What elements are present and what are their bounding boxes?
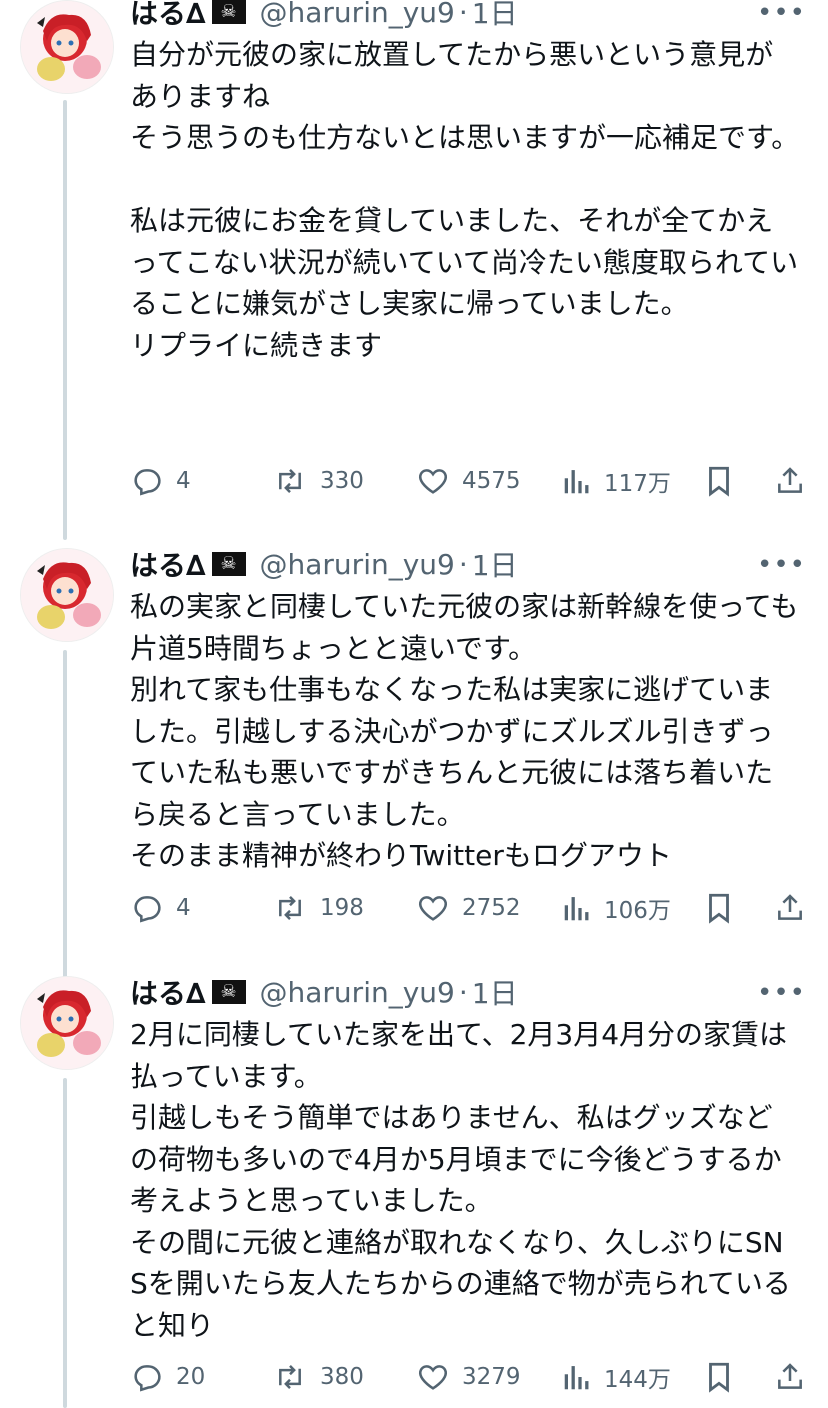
tweet-actions: 4 330 4575 117万 [130,461,810,501]
avatar[interactable] [20,548,114,642]
timestamp[interactable]: 1日 [472,0,518,32]
user-handle[interactable]: @harurin_yu9 [260,976,455,1009]
views-button[interactable]: 117万 [562,461,671,501]
retweet-button[interactable]: 330 [272,461,364,501]
bookmark-button[interactable] [704,1357,734,1397]
pirate-flag-icon: ☠ [211,0,246,24]
bookmark-button[interactable] [704,461,734,501]
avatar[interactable] [20,976,114,1070]
reply-icon [130,1360,164,1394]
share-icon [774,891,806,925]
like-button[interactable]: 3279 [416,1357,521,1397]
user-handle[interactable]: @harurin_yu9 [260,548,455,581]
views-icon [562,891,592,925]
views-icon [562,1360,592,1394]
tweet-text: 私の実家と同棲していた元彼の家は新幹線を使っても片道5時間ちょっとと遠いです。 … [130,590,799,872]
retweet-icon [272,1360,308,1394]
retweet-button[interactable]: 380 [272,1357,364,1397]
retweet-icon [272,891,308,925]
display-name[interactable]: はる∆ [130,972,206,1012]
share-icon [774,464,806,498]
timestamp[interactable]: 1日 [472,972,518,1012]
avatar-illustration [21,549,113,641]
avatar-illustration [21,977,113,1069]
bookmark-icon [704,464,734,498]
tweet-header: はる∆ ☠ @harurin_yu9 · 1日 [130,544,518,584]
share-button[interactable] [774,1357,806,1397]
views-icon [562,464,592,498]
separator: · [458,975,468,1009]
more-options-icon[interactable]: ••• [757,978,806,1008]
tweet-actions: 20 380 3279 144万 [130,1357,810,1397]
pirate-flag-icon: ☠ [211,552,246,576]
bookmark-button[interactable] [704,888,734,928]
bookmark-icon [704,891,734,925]
reply-count: 4 [176,468,191,494]
tweet-2[interactable]: はる∆ ☠ @harurin_yu9 · 1日 ••• 私の実家と同棲していた元… [0,548,828,980]
like-count: 2752 [462,895,521,921]
retweet-count: 198 [320,895,364,921]
reply-icon [130,464,164,498]
avatar[interactable] [20,0,114,94]
retweet-button[interactable]: 198 [272,888,364,928]
views-count: 144万 [604,1367,671,1393]
views-count: 117万 [604,471,671,497]
like-count: 3279 [462,1364,521,1390]
reply-count: 4 [176,895,191,921]
reply-button[interactable]: 4 [130,461,191,501]
reply-button[interactable]: 20 [130,1357,205,1397]
share-button[interactable] [774,461,806,501]
thread-line [63,650,67,980]
tweet-text: 自分が元彼の家に放置してたから悪いという意見がありますね そう思うのも仕方ないと… [130,38,800,362]
timestamp[interactable]: 1日 [472,544,518,584]
share-icon [774,1360,806,1394]
reply-button[interactable]: 4 [130,888,191,928]
display-name[interactable]: はる∆ [130,544,206,584]
views-button[interactable]: 106万 [562,888,671,928]
share-button[interactable] [774,888,806,928]
reply-count: 20 [176,1364,206,1390]
retweet-count: 330 [320,468,364,494]
heart-icon [416,1360,450,1394]
bookmark-icon [704,1360,734,1394]
views-count: 106万 [604,898,671,924]
separator: · [458,0,468,29]
retweet-icon [272,464,308,498]
like-button[interactable]: 4575 [416,461,521,501]
retweet-count: 380 [320,1364,364,1390]
tweet-actions: 4 198 2752 106万 [130,888,810,928]
separator: · [458,547,468,581]
tweet-3[interactable]: はる∆ ☠ @harurin_yu9 · 1日 ••• 2月に同棲していた家を出… [0,976,828,1408]
thread-line [63,1078,67,1408]
display-name[interactable]: はる∆ [130,0,206,32]
more-options-icon[interactable]: ••• [757,550,806,580]
views-button[interactable]: 144万 [562,1357,671,1397]
pirate-flag-icon: ☠ [211,980,246,1004]
avatar-illustration [21,1,113,93]
tweet-header: はる∆ ☠ @harurin_yu9 · 1日 [130,0,518,32]
tweet-text: 2月に同棲していた家を出て、2月3月4月分の家賃は払っています。 引越しもそう簡… [130,1018,791,1342]
heart-icon [416,891,450,925]
more-options-icon[interactable]: ••• [757,0,806,28]
heart-icon [416,464,450,498]
tweet-1[interactable]: はる∆ ☠ @harurin_yu9 · 1日 ••• 自分が元彼の家に放置して… [0,0,828,540]
thread-line [63,100,67,540]
like-button[interactable]: 2752 [416,888,521,928]
reply-icon [130,891,164,925]
user-handle[interactable]: @harurin_yu9 [260,0,455,29]
tweet-header: はる∆ ☠ @harurin_yu9 · 1日 [130,972,518,1012]
like-count: 4575 [462,468,521,494]
